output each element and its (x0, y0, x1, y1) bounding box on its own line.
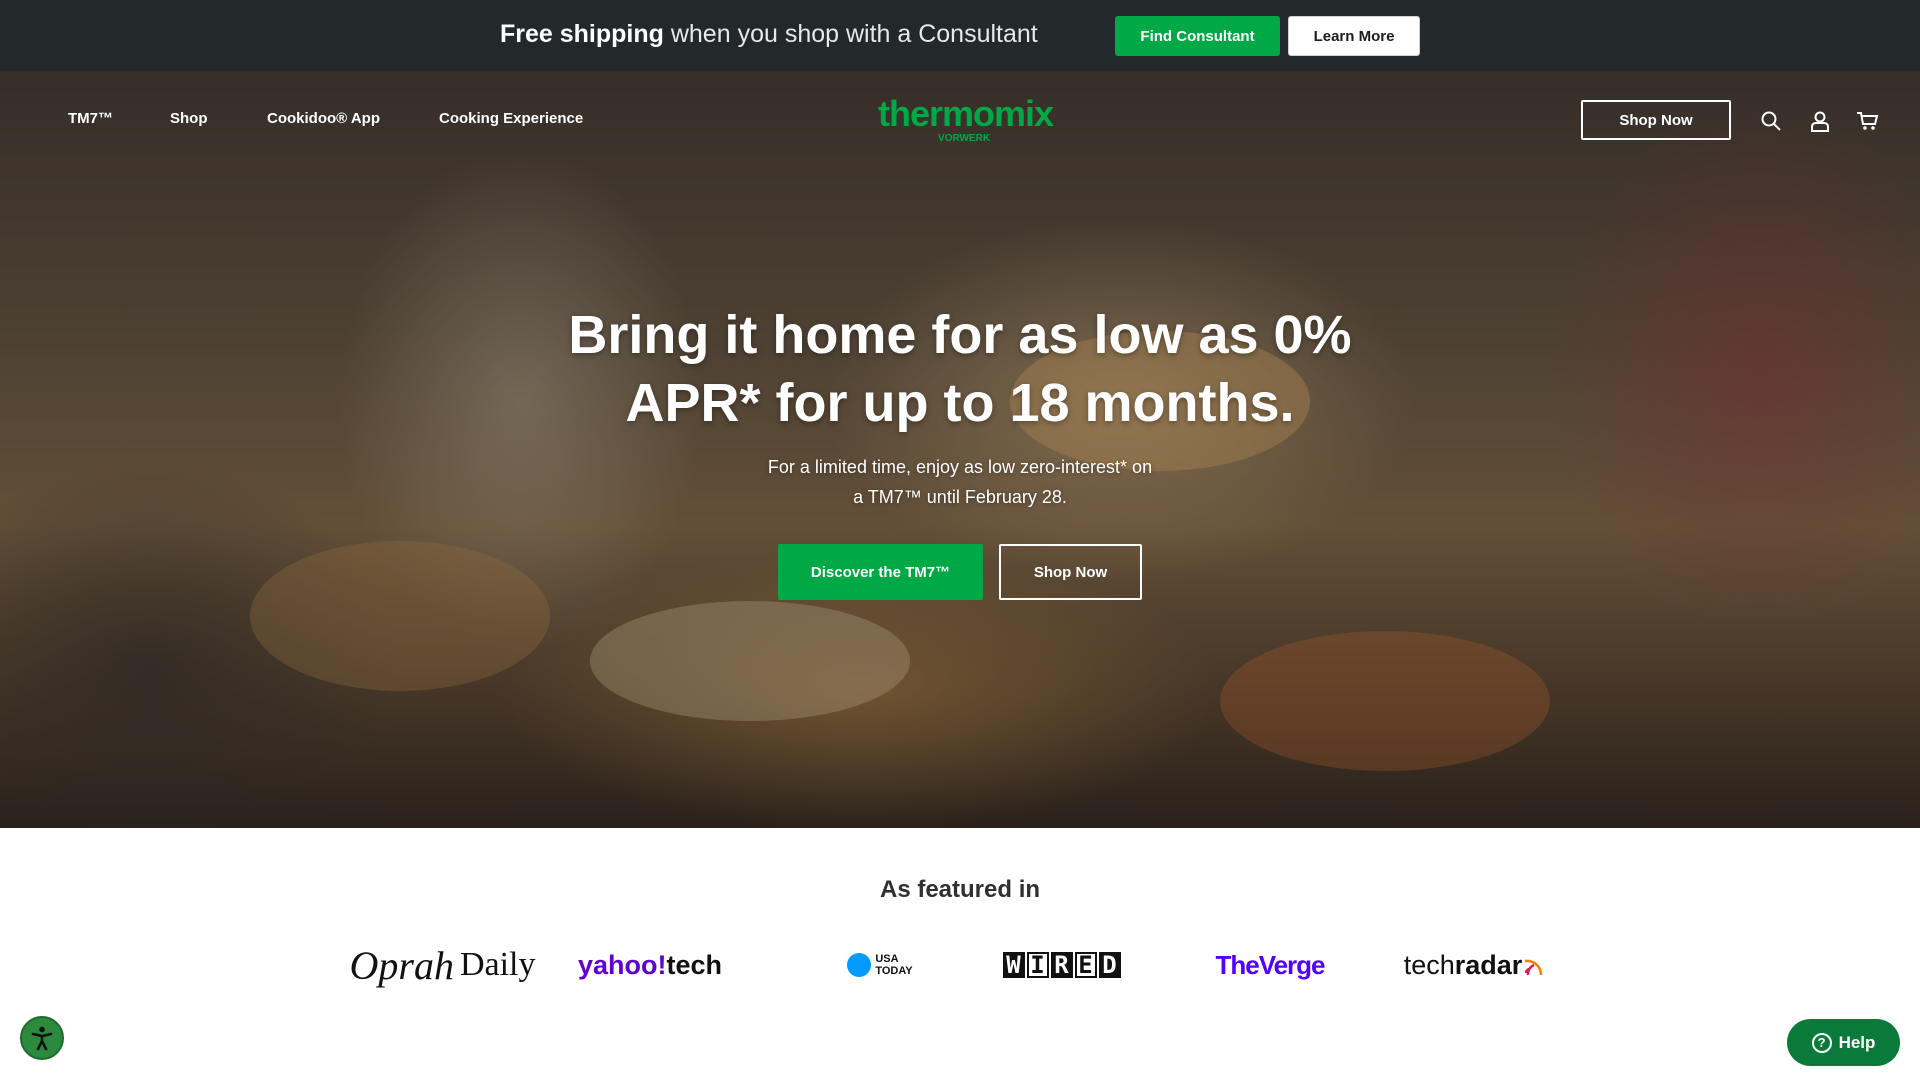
promo-text: Free shipping when you shop with a Consu… (500, 20, 1038, 49)
accessibility-icon (31, 1026, 53, 1051)
shop-now-hero-button[interactable]: Shop Now (999, 544, 1142, 600)
yahoo-tech-word: tech (666, 949, 723, 980)
promo-rest: when you shop with a Consultant (663, 20, 1038, 48)
wired-logo: WIRED (1000, 935, 1125, 995)
wired-letter: R (1050, 952, 1073, 978)
hero-headline: Bring it home for as low as 0% APR* for … (460, 301, 1460, 437)
techradar-radar: radar (1454, 949, 1523, 980)
hero-section: TM7™ Shop Cookidoo® App Cooking Experien… (0, 71, 1920, 828)
hero-subtext: For a limited time, enjoy as low zero-in… (700, 452, 1220, 512)
oprah-script: Oprah (349, 942, 454, 988)
the-verge-logo: TheVerge (1215, 949, 1325, 980)
promo-bold: Free shipping (500, 20, 664, 48)
hero-subtext-line1: For a limited time, enjoy as low zero-in… (767, 457, 1153, 477)
yahoo-slash: ! (657, 949, 667, 980)
usa-today-dot (847, 953, 872, 977)
wired-letter: E (1074, 952, 1097, 978)
learn-more-button[interactable]: Learn More (1288, 16, 1420, 56)
oprah-daily-logo: Oprah Daily (350, 935, 536, 995)
thermomix-logo[interactable]: thermomix (878, 93, 1054, 135)
help-button[interactable]: ? Help (1787, 1019, 1900, 1066)
help-question-icon: ? (1811, 1032, 1832, 1053)
wired-letter: D (1098, 952, 1121, 978)
accessibility-button[interactable] (20, 1016, 64, 1060)
usa-today-top: USA (875, 953, 899, 965)
vorwerk-logo-sub: VORWERK (938, 133, 991, 144)
hero-overlay (0, 71, 1920, 828)
hero-subtext-line2: a TM7™ until February 28. (853, 487, 1067, 507)
techradar-tech: tech (1403, 949, 1455, 980)
usa-today-bottom: TODAY (875, 965, 913, 977)
usa-today-logo: USA TODAY (820, 935, 940, 995)
oprah-daily-word: Daily (459, 946, 536, 983)
nav-item-shop[interactable]: Shop (170, 110, 208, 127)
hero-headline-line1: Bring it home for as low as 0% (568, 305, 1352, 365)
nav-item-tm7[interactable]: TM7™ (68, 110, 113, 127)
hero-headline-line2: APR* for up to 18 months. (625, 373, 1295, 433)
yahoo-tech-logo: yahoo! tech (577, 935, 723, 995)
discover-tm7-button[interactable]: Discover the TM7™ (778, 544, 983, 600)
yahoo-word: yahoo (577, 949, 658, 980)
account-icon[interactable] (1806, 107, 1834, 135)
find-consultant-button[interactable]: Find Consultant (1115, 16, 1280, 56)
wired-letter: I (1026, 952, 1049, 978)
featured-title: As featured in (879, 876, 1041, 903)
nav-item-cooking-experience[interactable]: Cooking Experience (439, 110, 583, 127)
promo-bar: Free shipping when you shop with a Consu… (0, 0, 1920, 71)
nav-item-cookidoo[interactable]: Cookidoo® App (267, 110, 380, 127)
techradar-logo: tech radar (1395, 935, 1555, 995)
cart-icon[interactable] (1854, 107, 1882, 135)
search-icon[interactable] (1757, 107, 1785, 135)
radar-waves-icon (1525, 959, 1543, 976)
shop-now-nav-button[interactable]: Shop Now (1581, 100, 1731, 140)
wired-letter: W (1002, 952, 1025, 978)
help-label: Help (1838, 1032, 1876, 1052)
